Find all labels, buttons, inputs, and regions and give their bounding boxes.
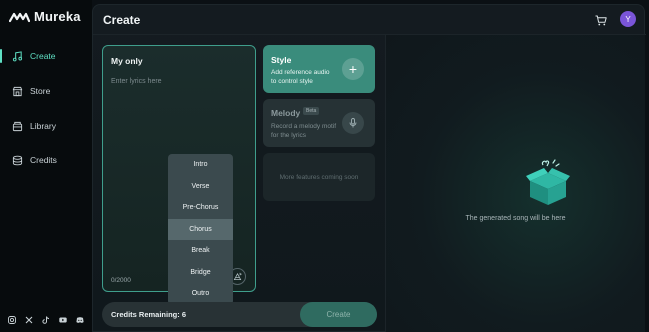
sidebar-item-label: Create [30,51,56,61]
melody-subtitle: Record a melody motif for the lyrics [271,123,337,139]
menu-item-break[interactable]: Break [168,240,233,262]
result-panel: The generated song will be here [386,35,645,332]
sidebar-item-store[interactable]: Store [0,80,92,102]
song-structure-menu: Intro Verse Pre-Chorus Chorus Break Brid… [168,154,233,305]
discord-icon[interactable] [76,316,84,324]
lyrics-title[interactable]: My only [111,56,143,66]
sidebar-item-label: Library [30,121,56,131]
more-features-card: More features coming soon [263,153,375,201]
youtube-icon[interactable] [59,316,67,324]
melody-card[interactable]: Melody Beta Record a melody motif for th… [263,99,375,147]
style-card[interactable]: Style Add reference audio to control sty… [263,45,375,93]
character-counter: 0/2000 [111,277,131,284]
sidebar-item-library[interactable]: Library [0,115,92,137]
active-indicator [0,49,2,63]
menu-item-verse[interactable]: Verse [168,176,233,198]
avatar[interactable]: Y [620,11,636,27]
empty-box-icon [526,159,570,205]
microphone-icon [349,118,357,128]
store-icon [12,86,23,96]
beta-badge: Beta [303,107,320,115]
tiktok-icon[interactable] [42,316,50,324]
main-panel: Create Y My only Enter lyrics here 0/200… [92,4,646,332]
lyrics-editor[interactable]: My only Enter lyrics here 0/2000 Intro V… [102,45,256,305]
x-icon[interactable] [25,316,33,324]
menu-item-pre-chorus[interactable]: Pre-Chorus [168,197,233,219]
sidebar-item-create[interactable]: Create [0,45,92,67]
menu-item-chorus[interactable]: Chorus [168,218,233,240]
credits-icon [12,155,23,165]
style-subtitle: Add reference audio to control style [271,69,330,85]
record-melody-button[interactable] [342,112,364,134]
instagram-icon[interactable] [8,316,16,324]
app-logo[interactable]: Mureka [9,9,81,24]
sidebar-item-label: Store [30,86,51,96]
cart-icon[interactable] [595,15,607,26]
magic-pen-icon [233,272,242,281]
sidebar: Mureka Create Store Library Credits [0,0,92,332]
mureka-logo-icon [9,12,30,22]
add-style-button[interactable]: + [342,58,364,80]
library-icon [12,121,23,131]
menu-item-intro[interactable]: Intro [168,154,233,176]
credits-bar: Credits Remaining: 6 Create [102,302,377,327]
plus-icon: + [348,61,358,77]
sidebar-item-label: Credits [30,155,57,165]
melody-title: Melody [271,108,301,118]
menu-item-bridge[interactable]: Bridge [168,262,233,284]
music-note-icon [12,50,23,61]
social-links [8,316,84,324]
lyrics-input[interactable]: Enter lyrics here [111,78,162,85]
sidebar-item-credits[interactable]: Credits [0,149,92,171]
create-button[interactable]: Create [300,302,377,327]
style-title: Style [271,55,292,65]
app-name: Mureka [34,9,81,24]
empty-result-text: The generated song will be here [465,215,566,222]
page-title: Create [103,13,141,27]
credits-remaining: Credits Remaining: 6 [111,310,187,319]
